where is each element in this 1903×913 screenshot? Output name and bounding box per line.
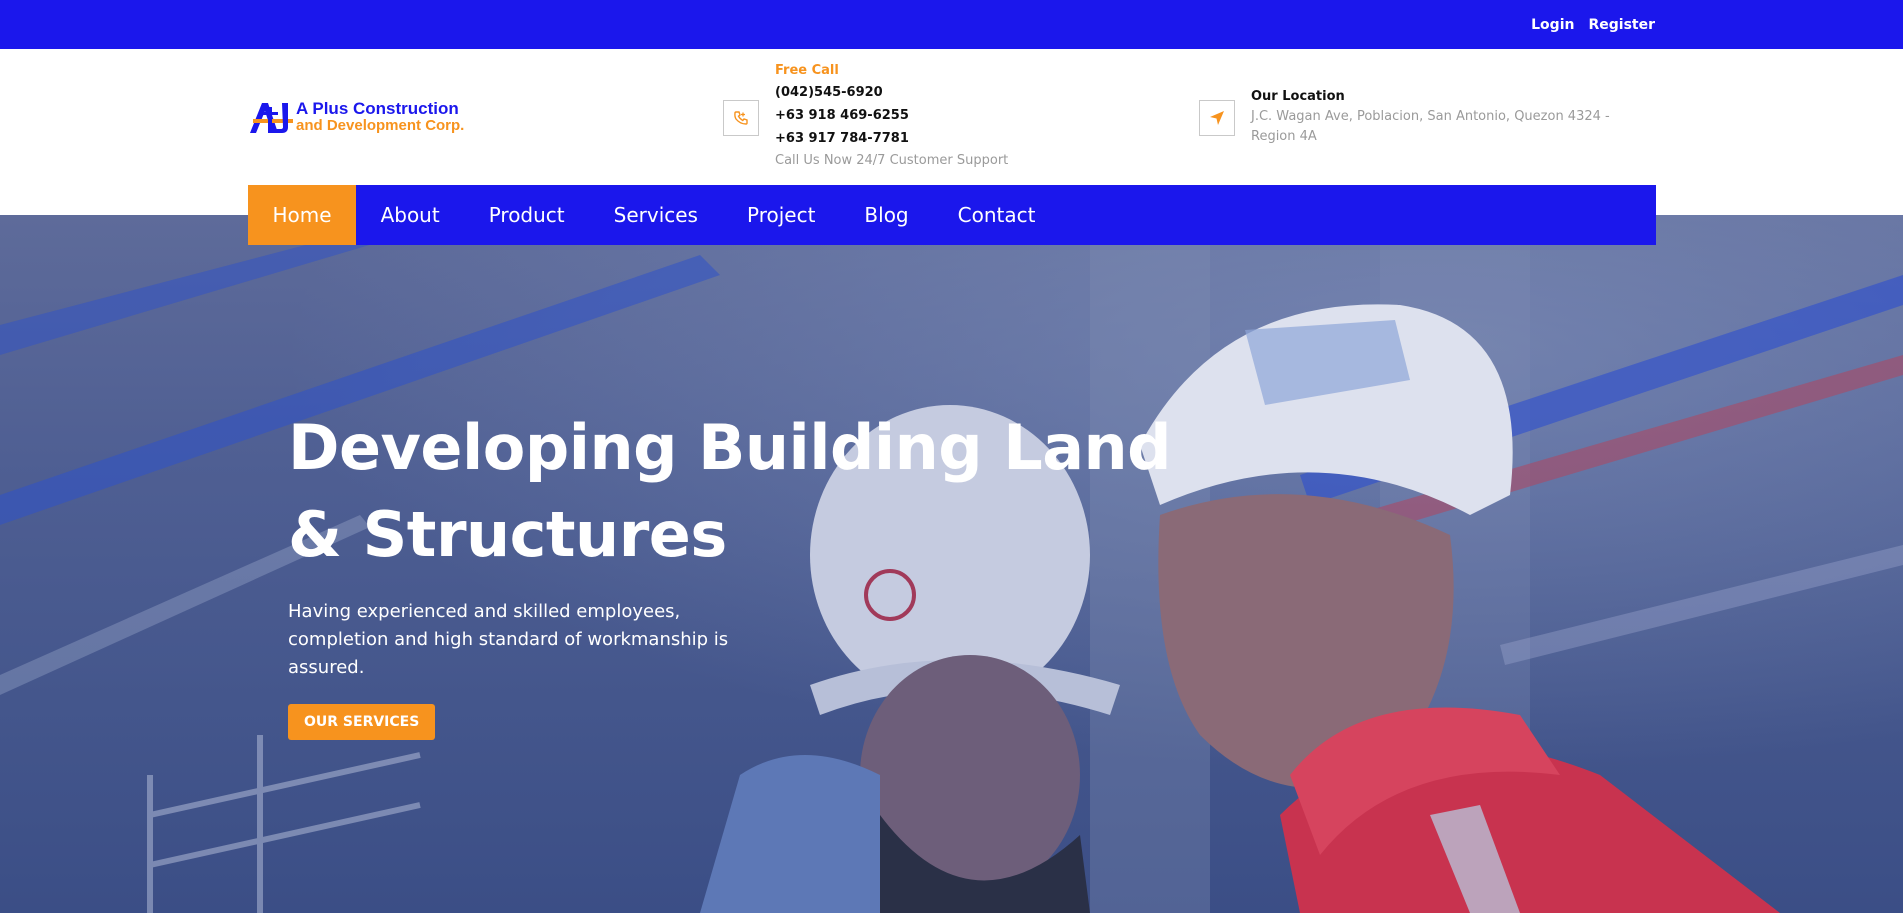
hero-subtitle: Having experienced and skilled employees…: [288, 601, 729, 678]
phone-icon: [734, 111, 748, 125]
company-logo[interactable]: A Plus Construction and Development Corp…: [248, 99, 464, 135]
phone-icon-box: [723, 100, 759, 136]
main-navigation: Home About Product Services Project Blog…: [248, 185, 1656, 245]
login-link[interactable]: Login: [1531, 17, 1574, 33]
location-icon-box: [1199, 100, 1235, 136]
logo-line2: and Development Corp.: [296, 117, 465, 134]
free-call-block: Free Call (042)545-6920 +63 918 469-6255…: [775, 61, 1008, 172]
nav-services[interactable]: Services: [589, 185, 722, 245]
location-title: Our Location: [1251, 89, 1345, 104]
location-block: Our Location J.C. Wagan Ave, Poblacion, …: [1251, 87, 1651, 147]
nav-home[interactable]: Home: [248, 185, 357, 245]
nav-project[interactable]: Project: [722, 185, 839, 245]
phone-number[interactable]: +63 917 784-7781: [775, 127, 1008, 150]
phone-number[interactable]: +63 918 469-6255: [775, 104, 1008, 127]
nav-product[interactable]: Product: [464, 185, 589, 245]
hero-content: Developing Building Land & Structures Ha…: [288, 404, 1188, 740]
call-note: Call Us Now 24/7 Customer Support: [775, 153, 1009, 168]
logo-line1: A Plus Construction: [296, 99, 459, 118]
nav-contact[interactable]: Contact: [933, 185, 1060, 245]
location-address: J.C. Wagan Ave, Poblacion, San Antonio, …: [1251, 109, 1610, 144]
nav-blog[interactable]: Blog: [840, 185, 933, 245]
register-link[interactable]: Register: [1588, 17, 1655, 33]
auth-links: Login Register: [1531, 0, 1655, 49]
logo-mark-icon: [250, 103, 293, 133]
hero-title: Developing Building Land & Structures: [288, 411, 1172, 571]
location-arrow-icon: [1210, 111, 1224, 125]
phone-number[interactable]: (042)545-6920: [775, 81, 1008, 104]
nav-about[interactable]: About: [356, 185, 464, 245]
free-call-label: Free Call: [775, 63, 839, 78]
top-bar: Login Register: [0, 0, 1903, 49]
our-services-button[interactable]: OUR SERVICES: [288, 704, 436, 740]
